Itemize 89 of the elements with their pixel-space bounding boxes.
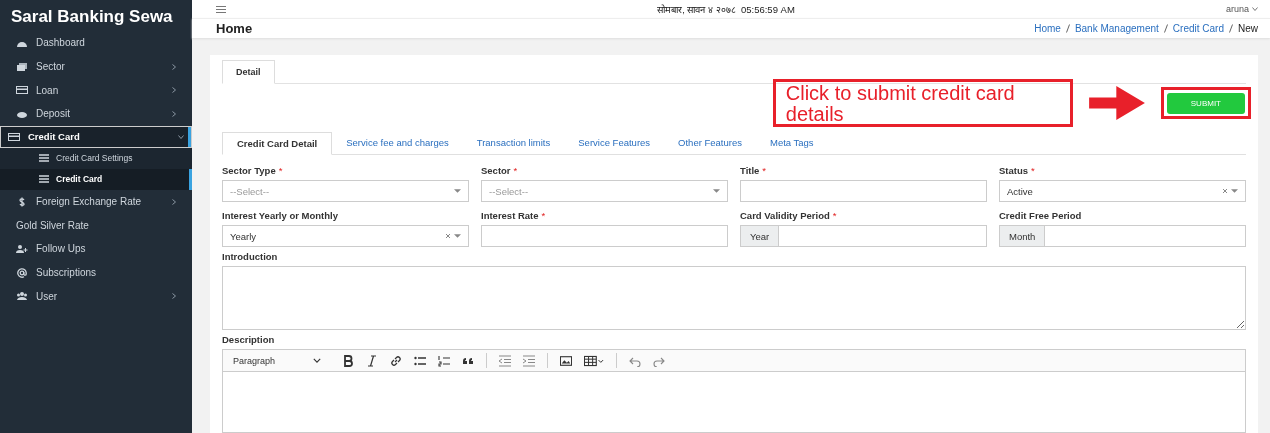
field-label: Card Validity Period bbox=[740, 210, 830, 221]
required-mark: * bbox=[832, 210, 837, 221]
breadcrumb-link[interactable]: Credit Card bbox=[1172, 23, 1224, 35]
unit-label: Month bbox=[999, 225, 1046, 247]
chevron-down-icon bbox=[178, 134, 184, 139]
bold-icon[interactable] bbox=[342, 354, 354, 367]
rich-text-editor[interactable]: Paragraph bbox=[222, 349, 1246, 433]
tab[interactable]: Service Features bbox=[564, 132, 665, 154]
tab[interactable]: Transaction limits bbox=[462, 132, 565, 154]
field-label: Sector Type bbox=[222, 165, 276, 176]
select-field[interactable]: Active bbox=[999, 180, 1246, 202]
breadcrumb-separator bbox=[1065, 24, 1070, 34]
clear-icon[interactable] bbox=[445, 233, 451, 239]
paragraph-dropdown[interactable]: Paragraph bbox=[233, 355, 330, 366]
field-label: Credit Free Period bbox=[999, 210, 1082, 221]
tab[interactable]: Other Features bbox=[664, 132, 756, 154]
input-field[interactable] bbox=[481, 225, 728, 247]
breadcrumb-separator bbox=[1229, 24, 1233, 34]
input-field[interactable] bbox=[740, 180, 987, 202]
sidebar-item[interactable]: Deposit bbox=[0, 102, 192, 126]
dollar-icon bbox=[16, 196, 28, 207]
indent-icon[interactable] bbox=[523, 354, 535, 367]
required-mark: * bbox=[541, 210, 546, 221]
cards-icon bbox=[16, 61, 28, 72]
field-label: Title bbox=[740, 165, 760, 176]
sidebar-item[interactable]: Loan bbox=[0, 78, 192, 103]
date-time: सोमबार, सावन ४ २०७८ 05:56:59 AM bbox=[656, 2, 796, 16]
field-label: Interest Rate bbox=[481, 210, 539, 221]
sidebar-subitem[interactable]: Credit Card bbox=[0, 168, 192, 190]
breadcrumb-current: New bbox=[1238, 23, 1258, 35]
field-label: Description bbox=[222, 334, 275, 345]
italic-icon[interactable] bbox=[366, 354, 378, 367]
tab[interactable]: Service fee and charges bbox=[332, 132, 463, 154]
sidebar-item[interactable]: Gold Silver Rate bbox=[0, 213, 192, 238]
sidebar-subitem[interactable]: Credit Card Settings bbox=[0, 147, 192, 169]
sidebar-item[interactable]: Foreign Exchange Rate bbox=[0, 189, 192, 214]
input-field[interactable] bbox=[779, 225, 987, 247]
sidebar-item[interactable]: Follow Ups bbox=[0, 237, 192, 261]
input-field[interactable] bbox=[1045, 225, 1246, 247]
sidebar-item[interactable]: Subscriptions bbox=[0, 260, 192, 285]
field-label: Sector bbox=[481, 165, 511, 176]
required-mark: * bbox=[762, 165, 767, 176]
bulleted-list-icon[interactable] bbox=[414, 354, 426, 367]
image-icon[interactable] bbox=[560, 354, 572, 367]
field-label: Status bbox=[999, 165, 1029, 176]
sidebar-item[interactable]: Sector bbox=[0, 54, 192, 79]
field-label: Introduction bbox=[222, 251, 278, 262]
breadcrumb-separator bbox=[1163, 24, 1168, 34]
breadcrumb-link[interactable]: Home bbox=[1034, 23, 1061, 35]
caret-icon[interactable] bbox=[313, 358, 322, 363]
chevron-right-icon bbox=[172, 198, 176, 205]
dropdown-icon bbox=[454, 189, 461, 193]
menu-icon[interactable] bbox=[216, 5, 226, 13]
credit-card-icon bbox=[16, 85, 28, 96]
credit-card-icon bbox=[8, 131, 20, 142]
chevron-right-icon bbox=[172, 293, 176, 300]
list-icon bbox=[39, 154, 49, 163]
required-mark: * bbox=[1031, 165, 1035, 176]
unit-label: Year bbox=[740, 225, 780, 247]
chevron-right-icon bbox=[172, 63, 176, 70]
tab[interactable]: Meta Tags bbox=[755, 132, 828, 154]
dropdown-icon bbox=[1231, 189, 1238, 193]
numbered-list-icon[interactable] bbox=[438, 354, 450, 367]
select-field[interactable]: Yearly bbox=[222, 225, 469, 247]
dropdown-icon bbox=[713, 189, 720, 193]
sidebar-item[interactable]: Credit Card bbox=[0, 125, 192, 148]
users-icon bbox=[16, 291, 28, 302]
outdent-icon[interactable] bbox=[499, 354, 511, 367]
chevron-right-icon bbox=[172, 110, 176, 117]
link-icon[interactable] bbox=[390, 354, 402, 367]
field-label: Interest Yearly or Monthly bbox=[222, 210, 338, 221]
required-mark: * bbox=[278, 165, 283, 176]
tab[interactable]: Credit Card Detail bbox=[222, 132, 333, 155]
user-menu[interactable]: aruna bbox=[1225, 4, 1258, 15]
sidebar-item[interactable]: User bbox=[0, 284, 192, 309]
table-icon[interactable] bbox=[584, 354, 604, 367]
required-mark: * bbox=[513, 165, 518, 176]
breadcrumb-link[interactable]: Bank Management bbox=[1074, 23, 1159, 35]
chevron-right-icon bbox=[172, 87, 176, 94]
clear-icon[interactable] bbox=[1222, 188, 1228, 194]
callout-box: Click to submit credit card details bbox=[772, 79, 1073, 127]
brand-title: Saral Banking Sewa bbox=[10, 6, 174, 28]
list-icon bbox=[39, 175, 49, 184]
user-plus-icon bbox=[16, 243, 28, 254]
tab[interactable]: Detail bbox=[222, 60, 275, 84]
at-sign-icon bbox=[16, 267, 28, 278]
sidebar-item[interactable]: Dashboard bbox=[0, 31, 192, 55]
page-title: Home bbox=[216, 21, 253, 37]
dropdown-icon bbox=[454, 234, 461, 238]
